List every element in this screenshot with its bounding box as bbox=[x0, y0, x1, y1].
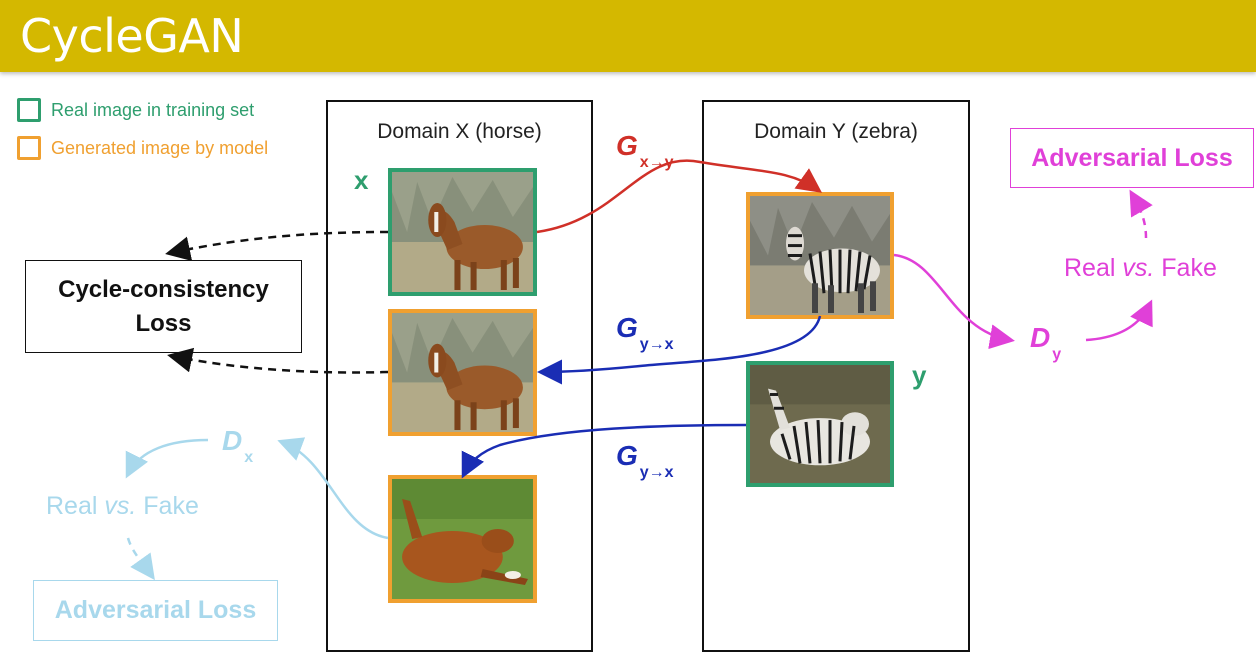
g-yx-top-arrow bbox=[537, 315, 822, 385]
to-dy-arrow bbox=[893, 253, 1015, 350]
real-vs-fake-x: Real vs. Fake bbox=[46, 492, 199, 521]
rvf-x-vs: vs. bbox=[104, 492, 137, 520]
to-dx-arrow bbox=[277, 437, 389, 540]
g-yx-bottom-symbol: G bbox=[616, 440, 638, 471]
real-vs-fake-y: Real vs. Fake bbox=[1064, 254, 1217, 283]
adversarial-loss-x-box: Adversarial Loss bbox=[33, 580, 278, 641]
adversarial-loss-y-box: Adversarial Loss bbox=[1010, 128, 1254, 188]
g-yx-top-label: Gy→x bbox=[616, 312, 674, 353]
d-x-subscript: x bbox=[244, 449, 254, 466]
g-xy-arrow bbox=[536, 159, 823, 234]
rvf-to-adv-y-arrow bbox=[1129, 189, 1153, 239]
adversarial-loss-x-label: Adversarial Loss bbox=[54, 596, 257, 624]
rvf-y-post: Fake bbox=[1154, 254, 1217, 282]
g-yx-top-subscript: y→x bbox=[639, 336, 674, 353]
d-x-label: Dx bbox=[222, 425, 253, 466]
dx-to-rvf-arrow bbox=[125, 438, 209, 479]
rvf-to-adv-x-arrow bbox=[126, 537, 155, 581]
cycle-consistency-loss-label: Cycle-consistency Loss bbox=[58, 275, 269, 337]
g-yx-bottom-arrow bbox=[461, 423, 747, 479]
rvf-y-pre: Real bbox=[1064, 254, 1123, 282]
d-y-subscript: y bbox=[1052, 346, 1062, 363]
d-x-symbol: D bbox=[222, 425, 243, 456]
g-yx-bottom-subscript: y→x bbox=[639, 464, 674, 481]
d-y-symbol: D bbox=[1030, 322, 1051, 353]
g-xy-subscript: x→y bbox=[639, 154, 674, 171]
adversarial-loss-y-label: Adversarial Loss bbox=[1031, 143, 1233, 172]
cycle-arrow-bottom bbox=[167, 347, 389, 374]
g-xy-label: Gx→y bbox=[616, 130, 674, 171]
rvf-x-post: Fake bbox=[136, 492, 199, 520]
d-y-label: Dy bbox=[1030, 322, 1061, 363]
g-yx-bottom-label: Gy→x bbox=[616, 440, 674, 481]
cycle-arrow-top bbox=[165, 230, 389, 262]
g-yx-top-symbol: G bbox=[616, 312, 638, 343]
dy-to-rvf-arrow bbox=[1085, 299, 1153, 342]
rvf-y-vs: vs. bbox=[1122, 254, 1155, 282]
g-xy-symbol: G bbox=[616, 130, 638, 161]
rvf-x-pre: Real bbox=[46, 492, 105, 520]
cycle-consistency-loss-box: Cycle-consistency Loss bbox=[25, 260, 302, 353]
